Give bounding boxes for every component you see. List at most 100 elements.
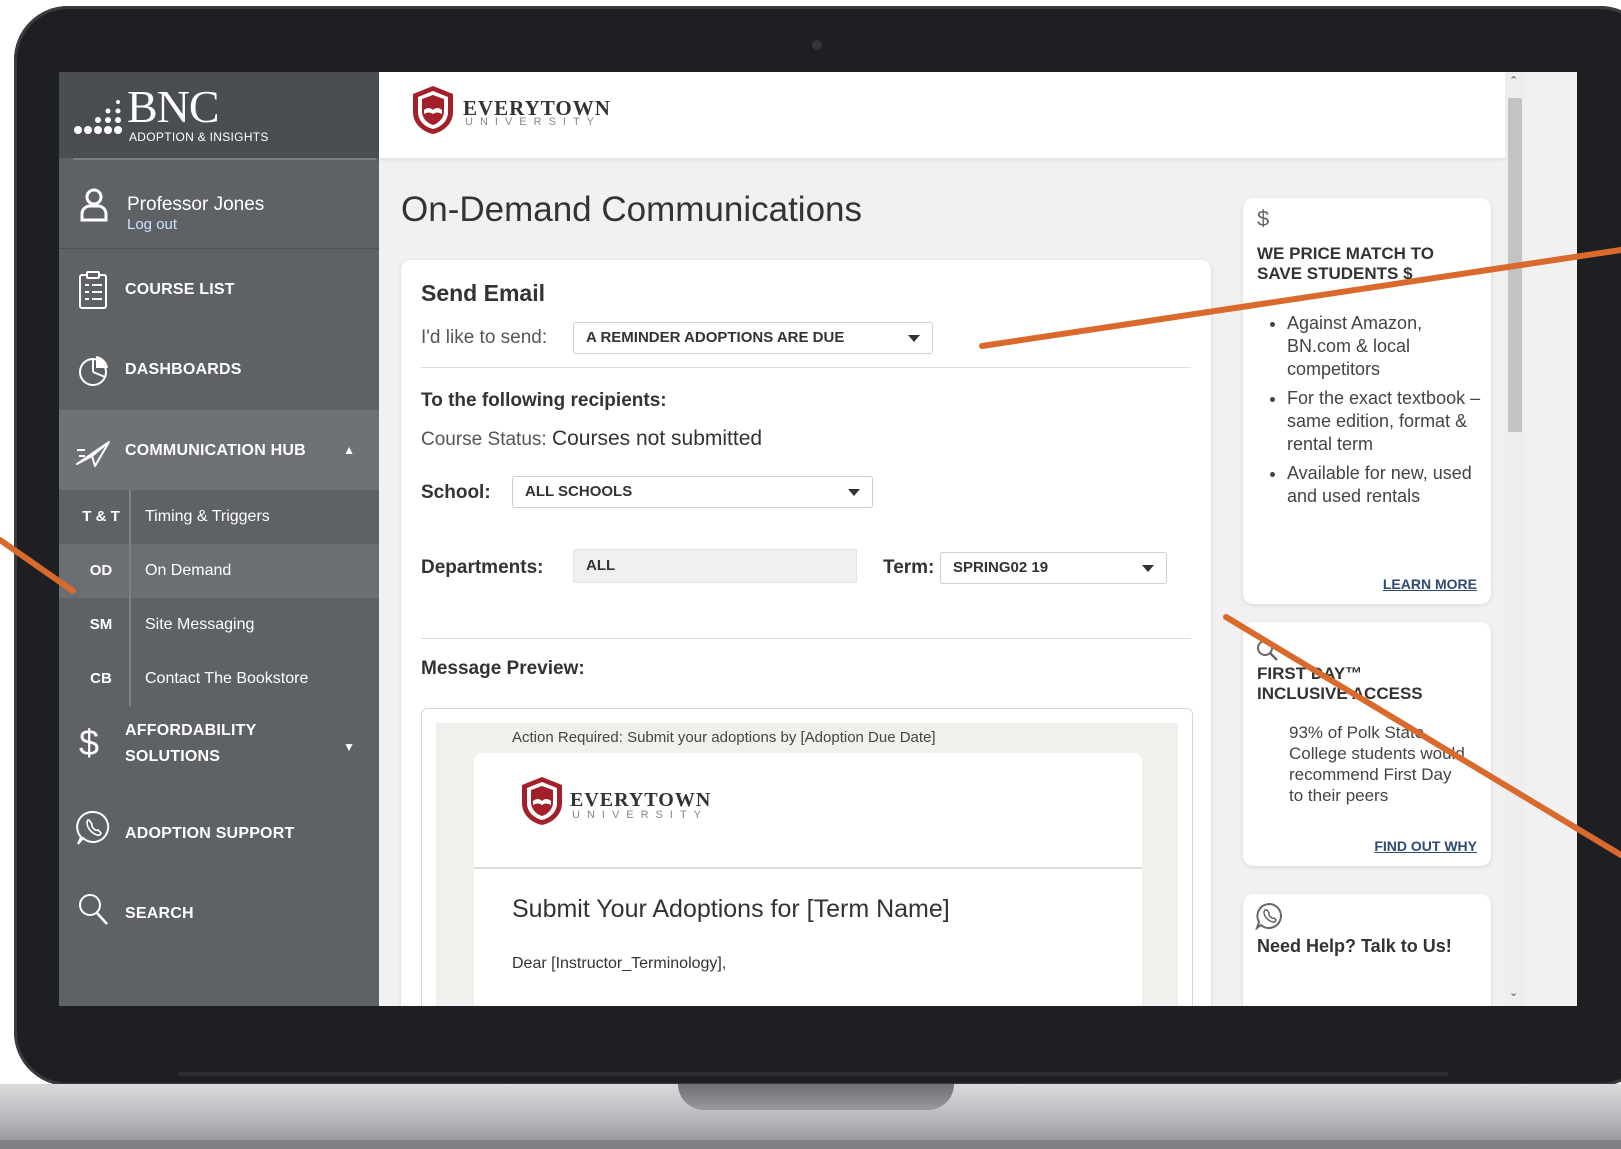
email-university-subtitle: UNIVERSITY (572, 809, 709, 821)
nav-label: SOLUTIONS (125, 748, 221, 765)
university-shield-icon (522, 777, 562, 825)
divider (73, 158, 376, 160)
learn-more-link[interactable]: LEARN MORE (1383, 576, 1477, 592)
search-icon (79, 894, 108, 925)
school-label: School: (421, 482, 491, 503)
nav-label: DASHBOARDS (125, 361, 242, 378)
subnav-abbr: SM (73, 598, 131, 652)
dollar-icon: $ (79, 722, 100, 763)
course-status-row: Course Status: Courses not submitted (421, 427, 762, 451)
card-heading: Send Email (421, 280, 545, 306)
nav-label: COURSE LIST (125, 281, 235, 298)
preview-subject: Action Required: Submit your adoptions b… (512, 729, 936, 746)
search-icon (1257, 640, 1278, 661)
course-status-value: Courses not submitted (551, 427, 763, 450)
nav-affordability-solutions[interactable]: $ AFFORDABILITY SOLUTIONS ▼ (59, 706, 379, 792)
preview-heading: Message Preview: (421, 658, 585, 679)
paper-plane-icon (76, 441, 110, 467)
nav-dashboards[interactable]: DASHBOARDS (59, 330, 379, 410)
divider (421, 638, 1191, 639)
list-item: Available for new, used and used rentals (1287, 462, 1483, 508)
bezel-hinge (178, 1072, 1448, 1076)
bnc-dots-icon (74, 100, 122, 134)
university-shield-icon (413, 86, 453, 134)
divider (59, 248, 379, 249)
email-title: Submit Your Adoptions for [Term Name] (512, 895, 950, 923)
term-value: SPRING02 19 (953, 559, 1049, 576)
camera (812, 40, 822, 50)
help-title: Need Help? Talk to Us! (1257, 936, 1452, 956)
message-preview: Action Required: Submit your adoptions b… (421, 708, 1193, 1006)
top-bar: EVERYTOWN UNIVERSITY (379, 72, 1505, 158)
first-day-title: FIRST DAY™ INCLUSIVE ACCESS (1257, 664, 1423, 703)
subnav-abbr: CB (73, 652, 131, 706)
message-type-value: A REMINDER ADOPTIONS ARE DUE (586, 329, 845, 346)
nav-label: COMMUNICATION HUB (125, 442, 306, 459)
chevron-down-icon (848, 489, 860, 496)
send-email-card: Send Email I'd like to send: A REMINDER … (401, 260, 1211, 1006)
dollar-icon: $ (1257, 206, 1270, 231)
sidebar: BNC ADOPTION & INSIGHTS ‹ Professor Jone… (59, 72, 400, 1006)
clipboard-icon (79, 271, 107, 309)
laptop-foot (0, 1140, 1621, 1149)
page-scrollbar[interactable]: ⌃ ⌄ (1505, 72, 1525, 1006)
nav-label: SEARCH (125, 905, 194, 922)
bnc-logo[interactable]: BNC ADOPTION & INSIGHTS (59, 72, 400, 158)
term-label: Term: (883, 557, 935, 578)
subnav-label: On Demand (145, 562, 232, 579)
nav-search[interactable]: SEARCH (59, 868, 379, 948)
pie-chart-icon (79, 356, 108, 386)
bnc-subtitle: ADOPTION & INSIGHTS (129, 130, 269, 144)
scroll-up-icon[interactable]: ⌃ (1509, 74, 1518, 87)
message-type-select[interactable]: A REMINDER ADOPTIONS ARE DUE (573, 322, 933, 354)
school-value: ALL SCHOOLS (525, 483, 633, 500)
departments-field[interactable]: ALL (573, 549, 857, 583)
collapse-arrow-icon: ▲ (343, 443, 355, 457)
divider (421, 367, 1191, 368)
nav-label: AFFORDABILITY (125, 722, 257, 739)
chevron-down-icon (1142, 565, 1154, 572)
screen: BNC ADOPTION & INSIGHTS ‹ Professor Jone… (59, 72, 1577, 1006)
find-out-why-link[interactable]: FIND OUT WHY (1374, 838, 1477, 854)
scroll-down-icon[interactable]: ⌄ (1509, 986, 1518, 999)
subnav-abbr: T & T (73, 490, 131, 544)
email-header: EVERYTOWN UNIVERSITY (474, 753, 1142, 869)
first-day-card: FIRST DAY™ INCLUSIVE ACCESS 93% of Polk … (1243, 622, 1491, 866)
user-icon (80, 188, 108, 222)
subnav-label: Site Messaging (145, 616, 255, 633)
email-greeting: Dear [Instructor_Terminology], (512, 955, 727, 972)
expand-arrow-icon: ▼ (343, 740, 355, 754)
bnc-wordmark: BNC (127, 81, 220, 132)
subnav-label: Timing & Triggers (145, 508, 270, 525)
nav-label: ADOPTION SUPPORT (125, 825, 295, 842)
subnav-label: Contact The Bookstore (145, 670, 309, 687)
university-subtitle: UNIVERSITY (465, 116, 602, 128)
phone-bubble-icon (76, 810, 110, 845)
school-select[interactable]: ALL SCHOOLS (512, 476, 873, 508)
email-body: EVERYTOWN UNIVERSITY Submit Your Adoptio… (474, 753, 1142, 1006)
departments-label: Departments: (421, 557, 544, 578)
help-card: Need Help? Talk to Us! (1243, 894, 1491, 1006)
term-select[interactable]: SPRING02 19 (940, 552, 1167, 584)
nav-course-list[interactable]: COURSE LIST (59, 250, 379, 330)
subnav-on-demand[interactable]: OD On Demand (59, 544, 379, 598)
logout-link[interactable]: Log out (127, 216, 177, 233)
user-profile: Professor Jones Log out (59, 172, 379, 252)
phone-bubble-icon (1255, 902, 1282, 930)
subnav-site-messaging[interactable]: SM Site Messaging (59, 598, 379, 652)
price-match-title: WE PRICE MATCH TO SAVE STUDENTS $ (1257, 244, 1434, 283)
list-item: Against Amazon, BN.com & local competito… (1287, 312, 1483, 381)
nav-communication-hub[interactable]: COMMUNICATION HUB ▲ (59, 410, 379, 490)
subnav-timing-triggers[interactable]: T & T Timing & Triggers (59, 490, 379, 544)
page-title: On-Demand Communications (401, 190, 863, 229)
first-day-body: 93% of Polk State College students would… (1289, 723, 1465, 805)
list-item: For the exact textbook – same edition, f… (1287, 387, 1483, 456)
user-name: Professor Jones (127, 194, 265, 215)
subnav-contact-bookstore[interactable]: CB Contact The Bookstore (59, 652, 379, 706)
scrollbar-thumb[interactable] (1508, 98, 1522, 432)
subnav-abbr: OD (73, 544, 131, 598)
laptop-notch (678, 1084, 954, 1110)
nav-adoption-support[interactable]: ADOPTION SUPPORT (59, 788, 379, 868)
preview-background: Action Required: Submit your adoptions b… (436, 723, 1178, 1006)
price-match-card: $ WE PRICE MATCH TO SAVE STUDENTS $ Agai… (1243, 198, 1491, 604)
